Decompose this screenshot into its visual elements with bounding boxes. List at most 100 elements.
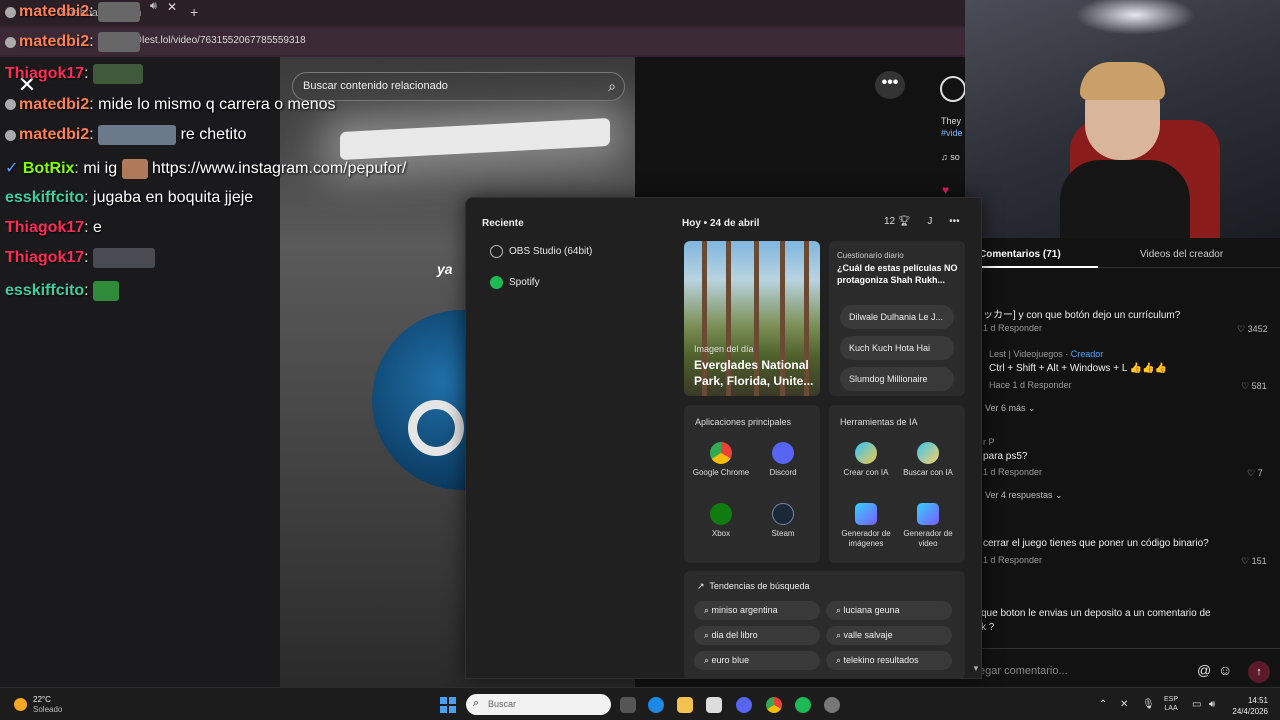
spotify-icon[interactable]	[795, 697, 811, 713]
clock[interactable]: 14:51 24/4/2026	[1226, 695, 1268, 717]
chat-message: ✓ BotRix: mi ig https://www.instagram.co…	[5, 158, 407, 179]
webcam-shirt	[1060, 160, 1190, 238]
trend-item[interactable]: ⌕ dia del libro	[694, 626, 820, 645]
tab-comments[interactable]: Comentarios (71)	[979, 249, 1061, 260]
weather-temp[interactable]: 22°C	[33, 695, 51, 704]
chrome-icon[interactable]	[766, 697, 782, 713]
points-count[interactable]: 12	[884, 216, 895, 227]
store-icon[interactable]	[706, 697, 722, 713]
chat-emote	[98, 125, 177, 145]
like-heart-icon[interactable]: ♥	[942, 183, 949, 197]
chat-username: esskiffcito	[5, 189, 85, 206]
trend-item[interactable]: ⌕ miniso argentina	[694, 601, 820, 620]
speaker-icon[interactable]: 🔊︎	[150, 0, 157, 13]
taskbar-search-placeholder: Buscar	[488, 699, 517, 709]
display-icon[interactable]: ▭	[1192, 699, 1201, 710]
trend-item[interactable]: ⌕ valle salvaje	[826, 626, 952, 645]
chat-link[interactable]: https://www.instagram.com/pepufor/	[152, 160, 406, 177]
address-bar[interactable]: @lest.lol/video/7631552067785559318	[0, 28, 965, 55]
comment-meta[interactable]: 1 d Responder	[983, 555, 1042, 565]
tab-bar: Shabbat Shalom 🔊︎ ✕ +	[0, 0, 965, 26]
comment-likes[interactable]: ♡ 151	[1241, 556, 1267, 567]
sun-icon[interactable]	[14, 698, 27, 711]
profile-avatar[interactable]: J	[927, 216, 932, 227]
comment-meta[interactable]: 1 d Responder	[983, 323, 1042, 333]
app-chrome[interactable]: Google Chrome	[691, 442, 751, 478]
quiz-option[interactable]: Kuch Kuch Hota Hai	[840, 336, 954, 360]
comment-meta[interactable]: 1 d Responder	[983, 467, 1042, 477]
send-icon[interactable]: ↑	[1248, 661, 1270, 683]
volume-icon[interactable]: 🔊︎	[1209, 699, 1215, 710]
scroll-down-icon[interactable]: ▼	[972, 664, 980, 673]
emoji-icon[interactable]: ☺	[1218, 662, 1232, 678]
task-view-icon[interactable]	[620, 697, 636, 713]
language-indicator[interactable]: ESP LAA	[1164, 695, 1178, 713]
taskbar-search[interactable]: ⌕ Buscar	[466, 694, 611, 715]
ai-video-generator[interactable]: Generador de video	[898, 503, 958, 549]
trend-item[interactable]: ⌕ telekino resultados	[826, 651, 952, 670]
comment-likes[interactable]: ♡ 3452	[1237, 324, 1268, 335]
user-badge-icon	[5, 129, 16, 141]
creator-avatar[interactable]	[940, 76, 966, 102]
tray-chevron-icon[interactable]: ⌃	[1099, 699, 1107, 710]
user-badge-icon	[5, 6, 16, 18]
ai-search[interactable]: Buscar con IA	[898, 442, 958, 478]
chat-username: matedbi2	[19, 96, 90, 113]
weather-status[interactable]: Soleado	[33, 705, 62, 714]
image-of-day-card[interactable]: Imagen del día Everglades National Park,…	[684, 241, 820, 396]
obs-icon	[490, 245, 503, 258]
quiz-question: ¿Cuál de estas películas NO protagoniza …	[837, 263, 958, 285]
sound-link[interactable]: ♫ so	[941, 151, 963, 163]
description-text: They	[941, 116, 962, 126]
ai-image-generator[interactable]: Generador de imágenes	[836, 503, 896, 549]
quiz-option[interactable]: Slumdog Millionaire	[840, 367, 954, 391]
discord-icon[interactable]	[736, 697, 752, 713]
file-explorer-icon[interactable]	[677, 697, 693, 713]
create-ai-icon	[855, 442, 877, 464]
comment-likes[interactable]: ♡ 581	[1241, 381, 1267, 392]
active-tab-indicator	[979, 266, 1098, 268]
app-discord[interactable]: Discord	[753, 442, 813, 478]
widgets-panel: Reciente OBS Studio (64bit) Spotify Hoy …	[465, 197, 982, 679]
recent-item-obs[interactable]: OBS Studio (64bit)	[490, 245, 592, 258]
quiz-option[interactable]: Dilwale Dulhania Le J...	[840, 305, 954, 329]
chat-username: esskiffcito	[5, 282, 85, 300]
microphone-icon[interactable]: 🎙︎	[1142, 699, 1155, 710]
chat-message: matedbi2: mide lo mismo q carrera o meno…	[5, 96, 336, 114]
tab-creator-videos[interactable]: Videos del creador	[1140, 249, 1223, 260]
view-more-replies[interactable]: Ver 6 más ⌄	[985, 403, 1036, 414]
spotify-icon	[490, 276, 503, 289]
mention-icon[interactable]: @	[1197, 662, 1211, 678]
more-options-button[interactable]: •••	[875, 71, 905, 99]
video-caption: ya	[437, 261, 453, 277]
trophy-icon[interactable]: 🏆︎	[898, 216, 911, 227]
hashtag-link[interactable]: #vide	[941, 127, 963, 139]
new-tab-button[interactable]: +	[190, 5, 198, 19]
trends-title: ↗ Tendencias de búsqueda	[697, 581, 810, 591]
tab-close-icon[interactable]: ✕	[167, 0, 177, 14]
app-steam[interactable]: Steam	[753, 503, 813, 539]
webcam-hair	[1080, 62, 1165, 100]
webcam-light	[1075, 0, 1195, 35]
related-search-input[interactable]: Buscar contenido relacionado ⌕	[292, 72, 625, 101]
app-xbox[interactable]: Xbox	[691, 503, 751, 539]
start-button[interactable]	[440, 697, 456, 713]
comment-text: k ?	[981, 622, 995, 633]
chat-message: esskiffcito:	[5, 281, 120, 301]
view-more-replies[interactable]: Ver 4 respuestas ⌄	[985, 490, 1063, 501]
webcam-feed	[965, 0, 1280, 238]
recent-item-spotify[interactable]: Spotify	[490, 276, 540, 289]
obs-icon[interactable]	[824, 697, 840, 713]
trend-item[interactable]: ⌕ luciana geuna	[826, 601, 952, 620]
edge-icon[interactable]	[648, 697, 664, 713]
ai-create[interactable]: Crear con IA	[836, 442, 896, 478]
menu-icon[interactable]: •••	[949, 216, 960, 227]
search-icon[interactable]: ⌕	[608, 73, 616, 100]
comment-input[interactable]: egar comentario... @ ☺ ↑	[965, 648, 1280, 687]
trend-item[interactable]: ⌕ euro blue	[694, 651, 820, 670]
network-off-icon[interactable]: ✕	[1120, 699, 1128, 710]
comment-likes[interactable]: ♡ 7	[1247, 468, 1263, 479]
comment-meta[interactable]: Hace 1 d Responder	[989, 380, 1072, 390]
chat-message: Thiagok17:	[5, 248, 156, 268]
chat-emote	[98, 32, 141, 52]
